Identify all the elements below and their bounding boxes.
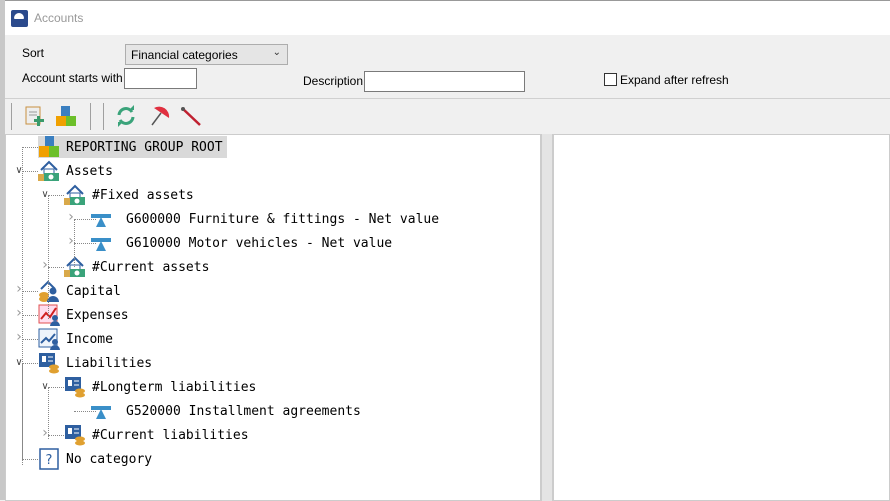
seesaw-icon <box>90 208 112 230</box>
tree-node-label: #Current liabilities <box>92 427 249 443</box>
tree-node[interactable]: Assets <box>38 160 113 182</box>
tree-connector <box>22 363 23 465</box>
tree-node[interactable]: ? No category <box>38 448 152 470</box>
tree-connector <box>74 219 75 267</box>
tree-connector <box>22 459 38 460</box>
refresh-button[interactable] <box>115 105 137 127</box>
tree-node[interactable]: #Longterm liabilities <box>64 376 256 398</box>
tree-node-label: #Fixed assets <box>92 187 194 203</box>
description-label: Description <box>303 74 364 88</box>
accounts-window: Accounts Sort Financial categories ⌄ Acco… <box>5 0 890 501</box>
seesaw-icon <box>90 400 112 422</box>
tree-node[interactable]: Liabilities <box>38 352 152 374</box>
account-starts-label: Account starts with <box>22 71 123 85</box>
ledger-icon <box>64 376 86 398</box>
tree-connector <box>48 195 64 196</box>
window-title: Accounts <box>34 11 84 25</box>
tree-node-label: G520000 Installment agreements <box>126 403 361 419</box>
umbrella-button[interactable] <box>148 105 170 127</box>
toolbar-separator <box>11 103 12 130</box>
add-account-button[interactable] <box>24 105 46 127</box>
tree-node[interactable]: Capital <box>38 280 121 302</box>
sort-label: Sort <box>22 46 45 60</box>
toolbar <box>5 98 890 133</box>
house-money-icon <box>64 184 86 206</box>
title-bar: Accounts <box>5 1 890 35</box>
tree-connector <box>22 291 38 292</box>
tree-node-label: REPORTING GROUP ROOT <box>66 139 223 155</box>
expand-label: Expand after refresh <box>620 73 729 87</box>
toolbar-separator <box>103 103 104 130</box>
reporting-groups-button[interactable] <box>55 105 77 127</box>
question-icon: ? <box>38 448 60 470</box>
chart-up-icon <box>38 328 60 350</box>
sort-select[interactable]: Financial categories ⌄ <box>125 44 288 65</box>
tree-node-label: Income <box>66 331 113 347</box>
tree-connector <box>48 195 49 319</box>
tree-node-label: G600000 Furniture & fittings - Net value <box>126 211 440 227</box>
ledger-icon <box>64 424 86 446</box>
category-tree[interactable]: REPORTING GROUP ROOT ∨ Assets ∨ #Fixed asset… <box>5 134 541 501</box>
tree-node[interactable]: #Fixed assets <box>64 184 194 206</box>
filter-panel: Sort Financial categories ⌄ Account start… <box>5 35 890 98</box>
tree-node-label: Liabilities <box>66 355 153 371</box>
tree-connector <box>48 387 64 388</box>
tree-node[interactable]: #Current assets <box>64 256 209 278</box>
tree-connector <box>48 387 49 439</box>
seesaw-icon <box>90 232 112 254</box>
tree-node[interactable]: G610000 Motor vehicles - Net value <box>90 232 392 254</box>
description-input[interactable] <box>364 71 525 92</box>
chevron-down-icon: ⌄ <box>272 47 281 58</box>
pin-button[interactable] <box>179 105 201 127</box>
tree-node-label: Expenses <box>66 307 129 323</box>
tree-node-label: Capital <box>66 283 121 299</box>
tree-node[interactable]: G600000 Furniture & fittings - Net value <box>90 208 439 230</box>
splitter[interactable] <box>541 134 553 501</box>
chart-down-icon <box>38 304 60 326</box>
tree-connector <box>22 147 38 148</box>
refresh-icon <box>117 105 135 127</box>
blocks-icon <box>56 106 76 126</box>
tree-node[interactable]: #Current liabilities <box>64 424 249 446</box>
tree-node-label: Assets <box>66 163 113 179</box>
sort-value: Financial categories <box>131 48 238 62</box>
tree-node-label: No category <box>66 451 153 467</box>
add-document-icon <box>25 106 44 126</box>
pin-icon <box>181 107 201 126</box>
tree-connector <box>48 435 64 436</box>
coins-person-icon <box>38 280 60 302</box>
svg-text:?: ? <box>46 453 53 468</box>
tree-connector <box>22 171 38 172</box>
toolbar-separator <box>90 103 91 130</box>
tree-connector <box>48 267 64 268</box>
detail-panel <box>553 134 890 501</box>
tree-connector <box>22 339 38 340</box>
app-icon <box>11 9 28 27</box>
tree-connector <box>22 315 38 316</box>
tree-node[interactable]: Expenses <box>38 304 129 326</box>
tree-node-label: #Longterm liabilities <box>92 379 257 395</box>
tree-node[interactable]: Income <box>38 328 113 350</box>
blocks-icon <box>38 136 60 158</box>
house-money-icon <box>64 256 86 278</box>
ledger-icon <box>38 352 60 374</box>
umbrella-icon <box>151 106 170 126</box>
tree-node[interactable]: REPORTING GROUP ROOT <box>38 136 227 158</box>
account-starts-input[interactable] <box>124 68 197 89</box>
tree-connector <box>22 363 38 364</box>
tree-node[interactable]: G520000 Installment agreements <box>90 400 361 422</box>
tree-node-label: #Current assets <box>92 259 210 275</box>
expand-checkbox[interactable] <box>604 73 617 86</box>
tree-node-label: G610000 Motor vehicles - Net value <box>126 235 393 251</box>
house-money-icon <box>38 160 60 182</box>
